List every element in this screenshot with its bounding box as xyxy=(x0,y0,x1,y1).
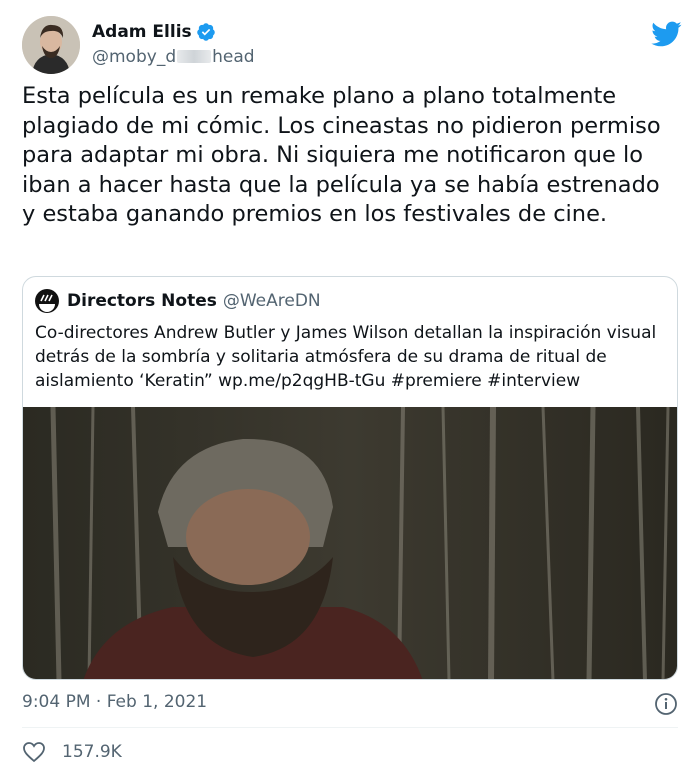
like-count: 157.9K xyxy=(62,742,122,762)
twitter-bird-icon[interactable] xyxy=(650,20,682,48)
quoted-author-name[interactable]: Directors Notes xyxy=(67,291,217,311)
quoted-tweet-header: Directors Notes @WeAreDN xyxy=(35,289,321,313)
quoted-tweet-text: Co-directores Andrew Butler y James Wils… xyxy=(35,323,657,391)
author-handle[interactable]: @moby_d head xyxy=(92,47,255,67)
info-icon[interactable] xyxy=(654,692,678,716)
redacted-handle-part xyxy=(177,50,212,63)
verified-badge-icon xyxy=(196,23,215,41)
heart-icon[interactable] xyxy=(22,741,46,763)
author-name-row[interactable]: Adam Ellis xyxy=(92,22,216,42)
avatar-image xyxy=(22,16,80,74)
avatar[interactable] xyxy=(22,16,80,74)
tweet-text: Esta película es un remake plano a plano… xyxy=(22,83,661,227)
quoted-tweet-media-image[interactable] xyxy=(23,407,678,680)
quoted-tweet-card[interactable]: Directors Notes @WeAreDN Co-directores A… xyxy=(22,276,678,680)
like-action[interactable]: 157.9K xyxy=(22,741,122,763)
tweet-header: Adam Ellis @moby_d head xyxy=(22,14,682,76)
handle-prefix: @moby_d xyxy=(92,47,177,67)
tweet-timestamp[interactable]: 9:04 PM · Feb 1, 2021 xyxy=(22,692,207,712)
author-name[interactable]: Adam Ellis xyxy=(92,22,192,42)
directors-notes-logo-icon xyxy=(35,289,59,313)
quoted-author-handle[interactable]: @WeAreDN xyxy=(223,291,321,311)
divider xyxy=(22,727,678,728)
handle-suffix: head xyxy=(212,47,255,67)
